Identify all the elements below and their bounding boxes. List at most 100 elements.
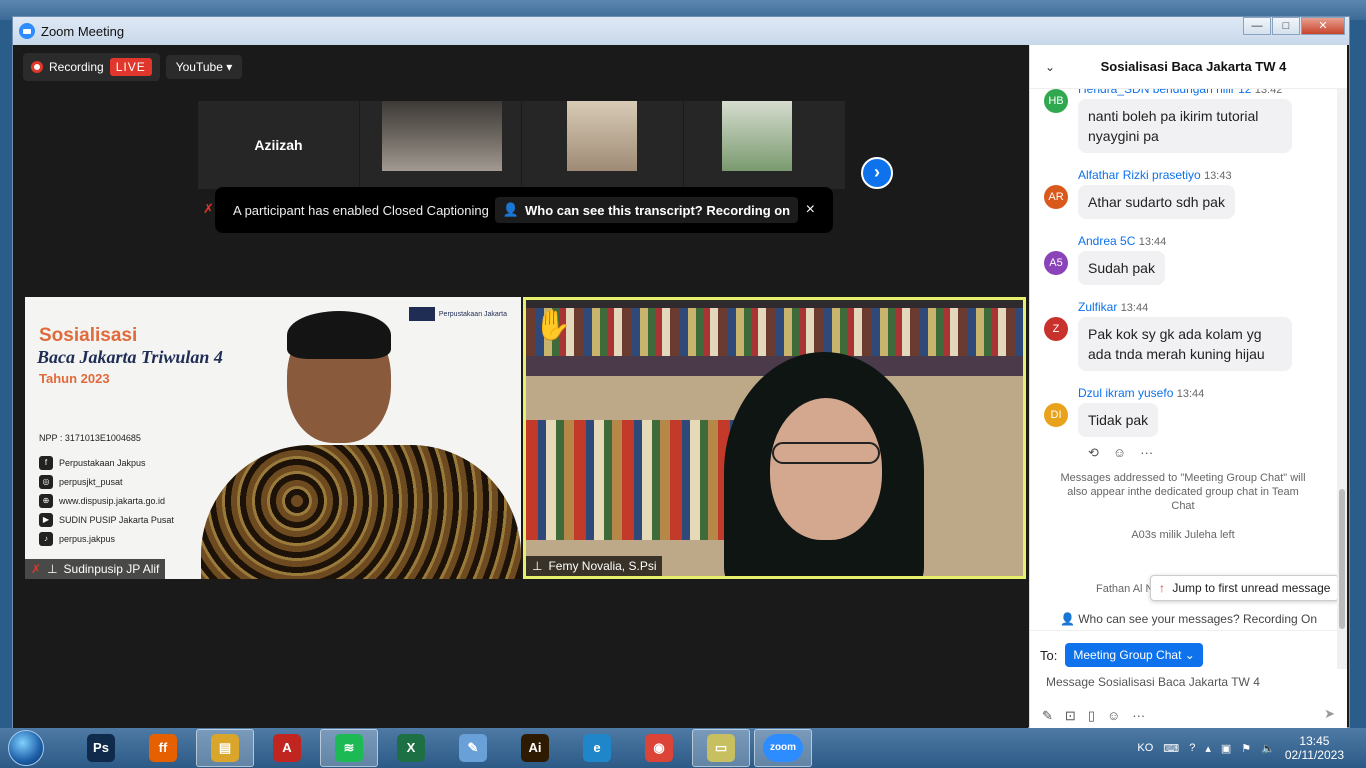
network-icon[interactable]: ▣	[1221, 742, 1231, 755]
jump-unread-button[interactable]: ↑ Jump to first unread message	[1150, 575, 1340, 601]
participant-thumbnail[interactable]	[684, 101, 846, 189]
taskbar-app-excel[interactable]: X	[382, 729, 440, 767]
slide-title-line3: Tahun 2023	[39, 371, 110, 386]
slide-npp: NPP : 3171013E1004685	[39, 433, 141, 443]
chat-messages[interactable]: HB Hendra_SDN bendungan hilir 12 13:42 nan…	[1030, 89, 1336, 589]
chat-message[interactable]: DI Dzul ikram yusefo 13:44 Tidak pak	[1030, 383, 1336, 437]
next-page-button[interactable]: ›	[861, 157, 893, 189]
slide-social-text: SUDIN PUSIP Jakarta Pusat	[59, 514, 174, 525]
youtube-icon: ▶	[39, 512, 53, 527]
maximize-button[interactable]: □	[1272, 17, 1300, 35]
taskbar-app-edge[interactable]: e	[568, 729, 626, 767]
participant-thumbnail[interactable]: Aziizah	[198, 101, 360, 189]
keyboard-icon[interactable]: ⌨	[1163, 742, 1179, 755]
participant-thumbnail[interactable]	[360, 101, 522, 189]
participant-thumbnail[interactable]	[522, 101, 684, 189]
live-badge: LIVE	[109, 58, 152, 76]
recipient-value: Meeting Group Chat	[1073, 648, 1182, 662]
taskbar-app-chrome[interactable]: ◉	[630, 729, 688, 767]
participant-name: Femy Novalia, S.Psi	[548, 559, 657, 573]
slide-social-item: f Perpustakaan Jakpus	[39, 453, 174, 472]
more-icon[interactable]: ···	[1132, 708, 1145, 724]
add-reaction-icon[interactable]: ☺	[1113, 445, 1126, 461]
message-visibility-info[interactable]: 👤 Who can see your messages? Recording O…	[1030, 607, 1347, 631]
screenshot-icon[interactable]: ⊡	[1065, 708, 1076, 724]
mic-muted-icon: ✗	[203, 201, 214, 216]
recipient-dropdown[interactable]: Meeting Group Chat ⌄	[1065, 643, 1203, 667]
video-tile-active-speaker[interactable]: ✋ ⊥ Femy Novalia, S.Psi	[523, 297, 1026, 579]
spotify-icon: ≋	[335, 734, 363, 762]
clock[interactable]: 13:45 02/11/2023	[1285, 734, 1344, 762]
chat-message[interactable]: A5 Andrea 5C 13:44 Sudah pak	[1030, 231, 1336, 285]
recording-bar: Recording LIVE YouTube ▾	[23, 53, 243, 81]
chrome-icon: ◉	[645, 734, 673, 762]
tray-expand-icon[interactable]: ▴	[1205, 742, 1211, 755]
message-time: 13:42	[1254, 89, 1283, 96]
pin-icon: ⊥	[532, 559, 543, 573]
file-icon[interactable]: ▯	[1088, 708, 1095, 724]
minimize-button[interactable]: —	[1243, 17, 1271, 35]
flag-icon[interactable]: ⚑	[1241, 742, 1251, 755]
help-icon[interactable]: ?	[1189, 742, 1195, 754]
message-bubble: Pak kok sy gk ada kolam yg ada tnda mera…	[1078, 317, 1292, 371]
chat-panel: ⌄ Sosialisasi Baca Jakarta TW 4 HB Hendra…	[1029, 45, 1347, 729]
taskbar-app-zoom[interactable]: zoom	[754, 729, 812, 767]
sender-name: Hendra_SDN bendungan hilir 12	[1078, 89, 1252, 96]
more-icon[interactable]: ···	[1140, 445, 1153, 461]
avatar: DI	[1044, 403, 1068, 427]
send-icon[interactable]: ➤	[1324, 706, 1335, 722]
video-tile-presenter[interactable]: Perpustakaan Jakarta Sosialisasi Baca Ja…	[25, 297, 521, 579]
person-lock-icon: 👤	[502, 202, 520, 217]
taskbar-app-acrobat[interactable]: A	[258, 729, 316, 767]
zoom-window: Zoom Meeting — □ ✕ Recording LIVE YouTub…	[12, 16, 1350, 729]
facebook-icon: f	[39, 455, 53, 470]
participant-video	[722, 101, 792, 171]
volume-icon[interactable]: 🔈	[1261, 742, 1275, 755]
participant-video	[567, 101, 637, 171]
message-time: 13:44	[1176, 388, 1205, 400]
gallery-strip: Aziizah	[198, 101, 848, 189]
sender-name: Dzul ikram yusefo	[1078, 386, 1174, 400]
taskbar-app-firefox[interactable]: ff	[134, 729, 192, 767]
chat-message[interactable]: HB Hendra_SDN bendungan hilir 12 13:42 nan…	[1030, 89, 1336, 153]
jump-unread-label: Jump to first unread message	[1172, 581, 1331, 595]
sender-name: Andrea 5C	[1078, 234, 1136, 248]
recording-label: Recording	[49, 60, 104, 74]
transcript-info-button[interactable]: 👤 Who can see this transcript? Recording…	[494, 197, 799, 223]
chat-message[interactable]: AR Alfathar Rizki prasetiyo 13:43 Athar su…	[1030, 165, 1336, 219]
reply-icon[interactable]: ⟲	[1088, 445, 1099, 461]
to-label: To:	[1040, 647, 1058, 663]
close-notification-icon[interactable]: ×	[806, 201, 815, 219]
taskbar-app-photoshop[interactable]: Ps	[72, 729, 130, 767]
taskbar-app-paint[interactable]: ✎	[444, 729, 502, 767]
sender-name: Zulfikar	[1078, 300, 1118, 314]
participant-video	[382, 101, 502, 171]
slide-social-item: ◎ perpusjkt_pusat	[39, 472, 174, 491]
taskbar-app-illustrator[interactable]: Ai	[506, 729, 564, 767]
start-button[interactable]	[8, 730, 44, 766]
photoshop-icon: Ps	[87, 734, 115, 762]
sender-name: Alfathar Rizki prasetiyo	[1078, 168, 1201, 182]
language-indicator[interactable]: KO	[1137, 742, 1153, 754]
slide-social-list: f Perpustakaan Jakpus ◎ perpusjkt_pusat …	[39, 453, 174, 548]
taskbar-app-explorer[interactable]: ▤	[196, 729, 254, 767]
taskbar-app-spotify[interactable]: ≋	[320, 729, 378, 767]
slide-social-text: www.dispusip.jakarta.go.id	[59, 495, 166, 506]
arrow-up-icon: ↑	[1159, 581, 1165, 595]
stream-dropdown[interactable]: YouTube ▾	[165, 55, 243, 79]
chat-message-input[interactable]: Message Sosialisasi Baca Jakarta TW 4	[1046, 675, 1336, 695]
recording-indicator[interactable]: Recording LIVE	[23, 53, 160, 81]
instagram-icon: ◎	[39, 474, 53, 489]
format-icon[interactable]: ✎	[1042, 708, 1053, 724]
clock-date: 02/11/2023	[1284, 748, 1344, 762]
chevron-down-icon[interactable]: ⌄	[1030, 60, 1070, 74]
close-button[interactable]: ✕	[1301, 17, 1345, 35]
avatar: AR	[1044, 185, 1068, 209]
system-note: Messages addressed to "Meeting Group Cha…	[1060, 472, 1306, 512]
chat-scrollbar[interactable]	[1337, 89, 1347, 669]
globe-icon: ⊕	[39, 493, 53, 508]
emoji-icon[interactable]: ☺	[1107, 708, 1120, 724]
taskbar-app-sticky-notes[interactable]: ▭	[692, 729, 750, 767]
caption-text: A participant has enabled Closed Caption…	[233, 202, 489, 218]
chat-message[interactable]: Z Zulfikar 13:44 Pak kok sy gk ada kolam y…	[1030, 297, 1336, 371]
